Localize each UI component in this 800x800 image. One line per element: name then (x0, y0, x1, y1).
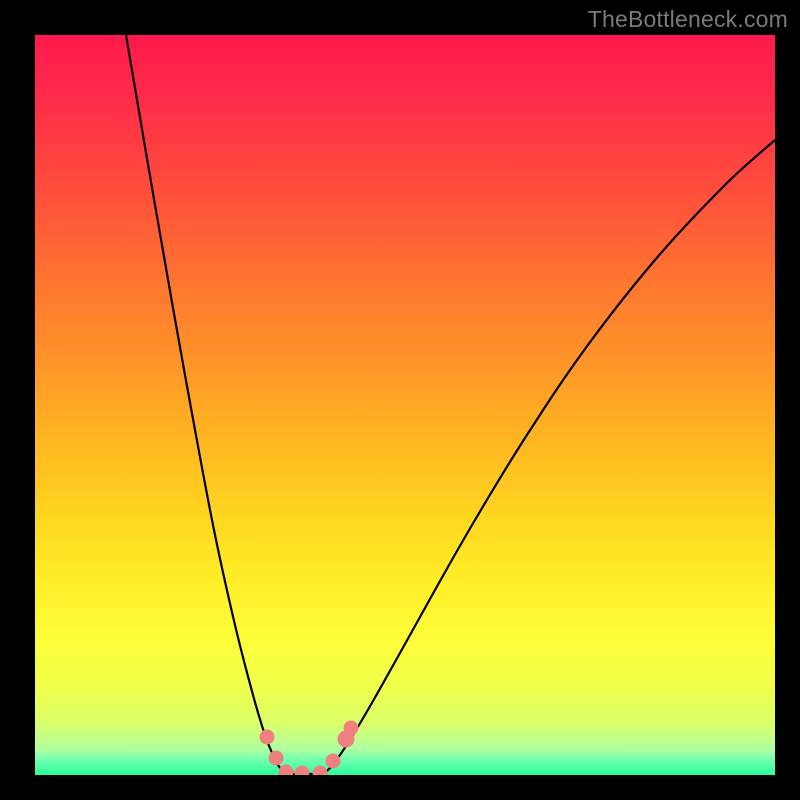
attribution-label: TheBottleneck.com (588, 6, 788, 33)
data-marker (269, 751, 283, 765)
bottleneck-curve-right (323, 140, 775, 774)
data-marker (279, 765, 293, 775)
data-markers (260, 721, 358, 775)
chart-frame: TheBottleneck.com (0, 0, 800, 800)
data-marker (260, 730, 274, 744)
data-marker (295, 766, 309, 775)
data-marker (344, 721, 358, 735)
data-marker (313, 766, 327, 775)
plot-area (35, 35, 775, 775)
chart-svg (35, 35, 775, 775)
bottleneck-curve-left (126, 35, 287, 774)
data-marker (326, 754, 340, 768)
